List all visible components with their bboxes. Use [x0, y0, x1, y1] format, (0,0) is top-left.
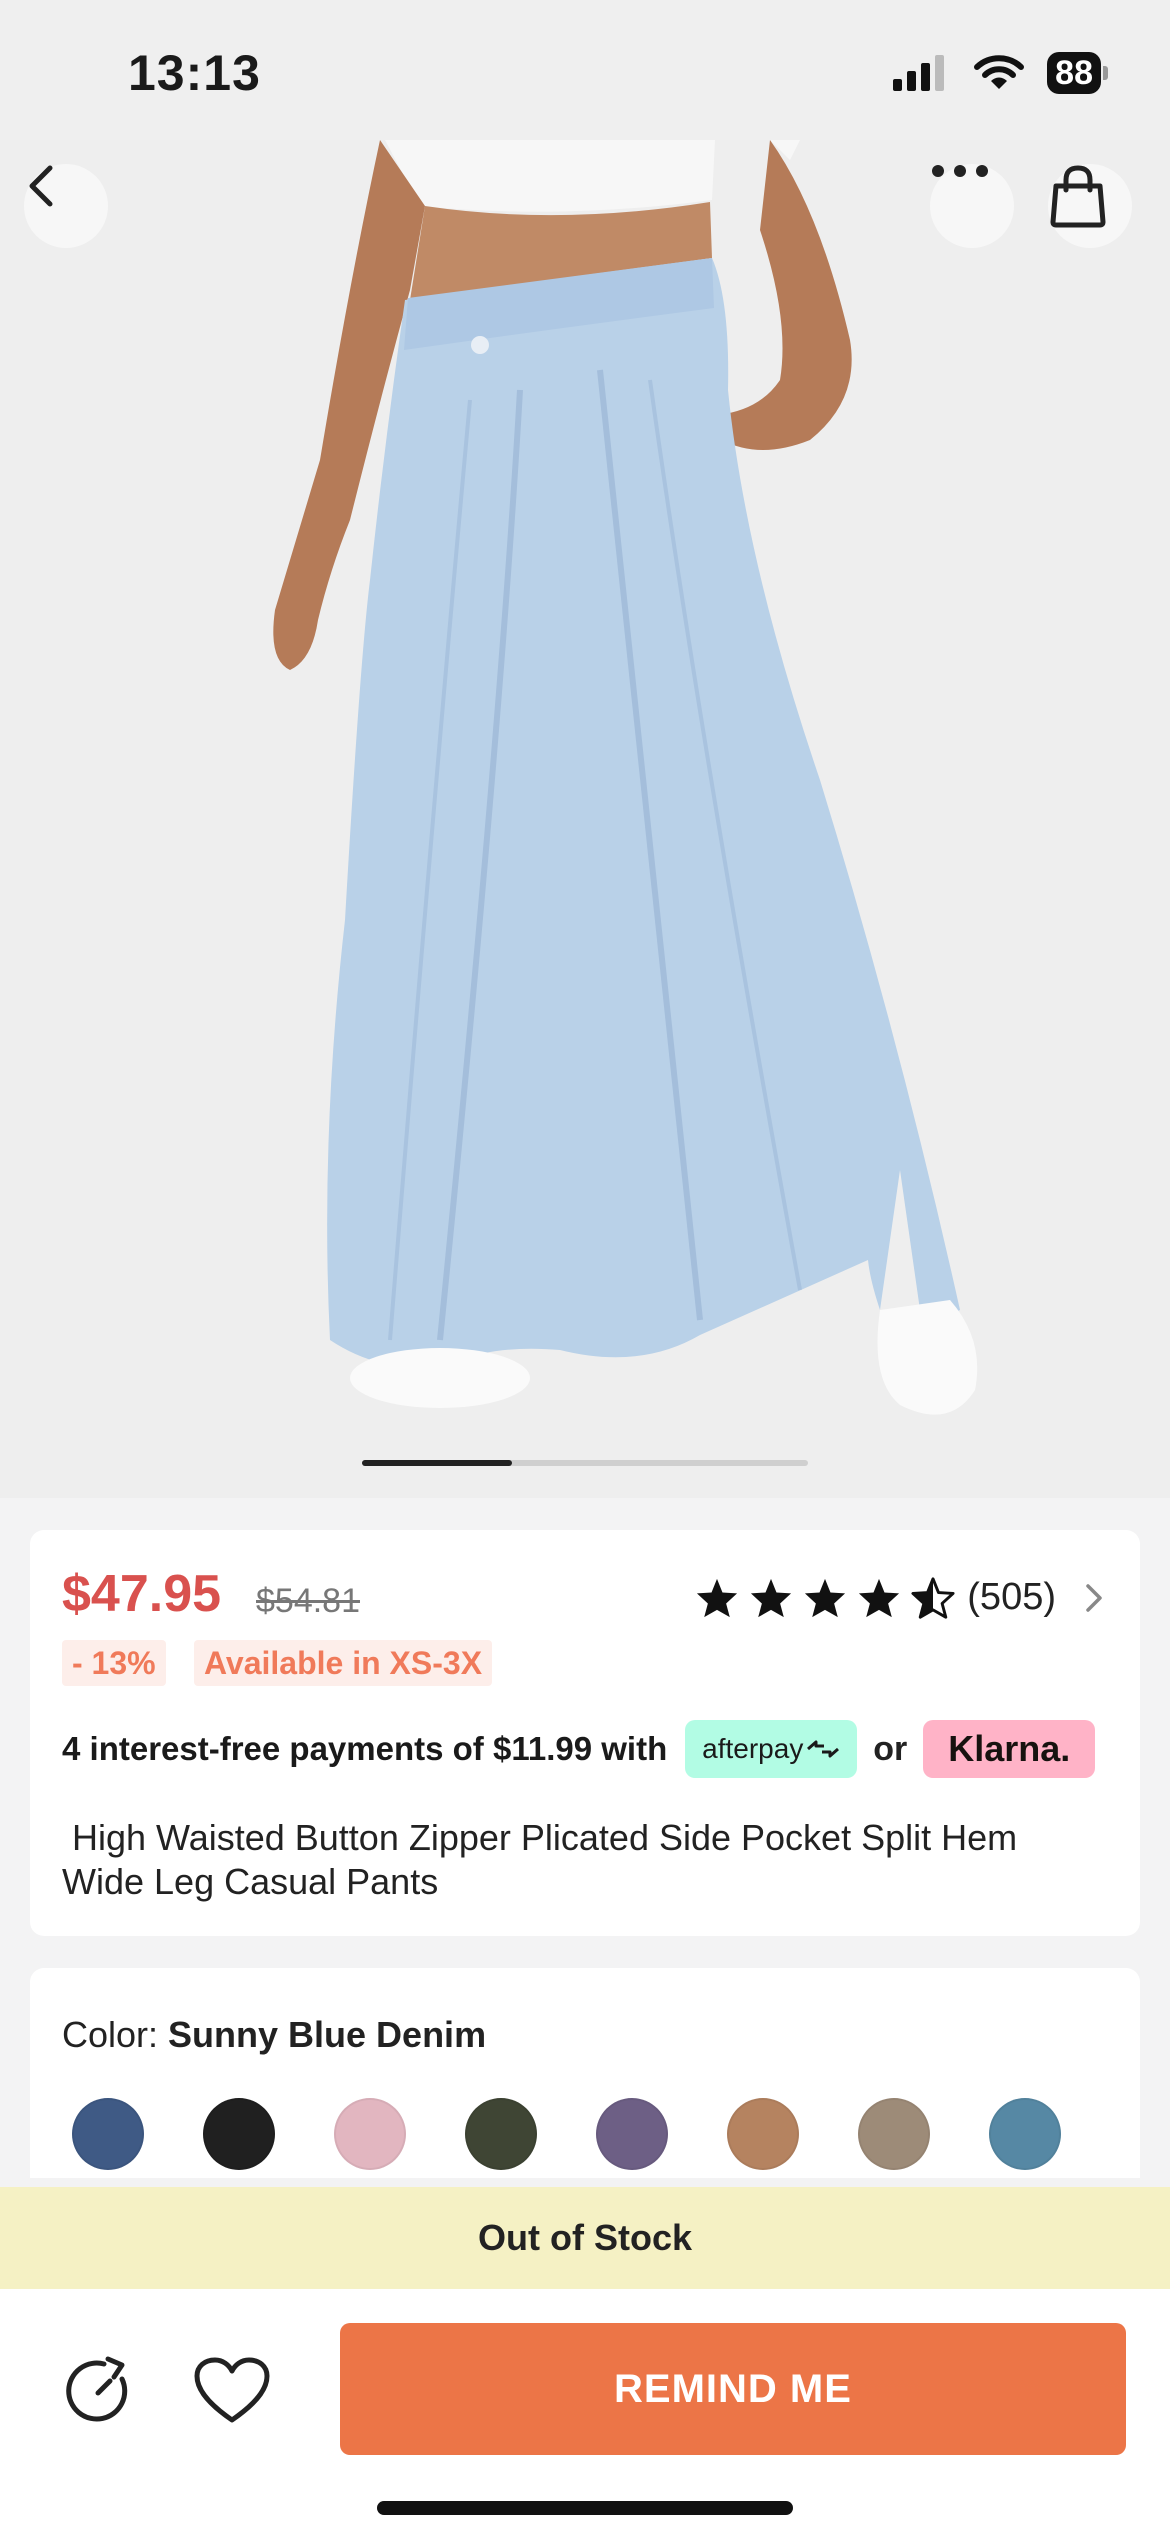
size-availability-badge: Available in XS-3X [194, 1640, 493, 1686]
klarna-logo[interactable]: Klarna. [923, 1720, 1096, 1778]
star-icon [859, 1578, 900, 1617]
gallery-pager [362, 1460, 808, 1466]
star-icon [805, 1578, 846, 1617]
product-info-card: $47.95 $54.81 (505) - 13% Available in X… [30, 1530, 1140, 1936]
afterpay-arrows-icon [807, 1740, 840, 1758]
color-swatch-khaki[interactable] [858, 2098, 930, 2170]
color-swatch-pink[interactable] [334, 2098, 406, 2170]
color-swatch-black[interactable] [203, 2098, 275, 2170]
afterpay-label: afterpay [702, 1733, 804, 1764]
rating-row[interactable]: (505) [695, 1576, 1104, 1619]
cellular-signal-icon [893, 55, 945, 91]
cart-button[interactable] [1048, 164, 1132, 248]
status-bar: 13:13 88 [0, 0, 1170, 140]
color-label: Color: Sunny Blue Denim [62, 2014, 486, 2056]
color-label-prefix: Color: [62, 2014, 169, 2055]
out-of-stock-banner: Out of Stock [0, 2187, 1170, 2289]
rating-stars [695, 1576, 955, 1619]
shopping-bag-icon [1050, 165, 1106, 228]
chevron-left-icon [29, 165, 53, 207]
discount-badge: - 13% [62, 1640, 166, 1686]
star-icon [751, 1578, 792, 1617]
color-swatch-navy-denim[interactable] [72, 2098, 144, 2170]
remind-me-button[interactable]: REMIND ME [340, 2323, 1126, 2455]
home-indicator[interactable] [377, 2501, 793, 2515]
favorite-button[interactable] [190, 2349, 274, 2433]
more-dots-icon [932, 165, 988, 177]
battery-cap [1103, 66, 1108, 80]
battery-indicator: 88 [1047, 52, 1108, 94]
installment-info: 4 interest-free payments of $11.99 with … [62, 1720, 1096, 1778]
wifi-icon [974, 55, 1025, 89]
heart-icon [194, 2357, 270, 2423]
selected-color-name: Sunny Blue Denim [168, 2014, 487, 2055]
sale-price: $47.95 [62, 1565, 222, 1623]
star-half-icon [911, 1576, 955, 1619]
product-image-gallery[interactable] [0, 140, 1170, 1498]
star-icon [697, 1578, 738, 1617]
installment-text: 4 interest-free payments of $11.99 with [62, 1730, 668, 1767]
afterpay-logo[interactable]: afterpay [685, 1720, 858, 1778]
color-swatch-tan[interactable] [727, 2098, 799, 2170]
color-swatches [72, 2098, 1061, 2170]
back-button[interactable] [24, 164, 108, 248]
color-swatch-purple[interactable] [596, 2098, 668, 2170]
history-icon [66, 2356, 128, 2422]
bottom-action-bar: REMIND ME [0, 2289, 1170, 2532]
gallery-pager-active [362, 1460, 512, 1466]
more-button[interactable] [930, 164, 1014, 248]
color-swatch-olive[interactable] [465, 2098, 537, 2170]
review-count: (505) [967, 1576, 1056, 1618]
status-icons: 88 [891, 52, 1108, 94]
status-time: 13:13 [128, 45, 261, 101]
chevron-right-icon [1086, 1583, 1102, 1612]
history-button[interactable] [56, 2349, 140, 2433]
product-photo [0, 140, 1170, 1498]
or-label: or [873, 1729, 908, 1768]
original-price: $54.81 [256, 1582, 360, 1620]
color-selector-card: Color: Sunny Blue Denim [30, 1968, 1140, 2178]
color-swatch-steel-blue[interactable] [989, 2098, 1061, 2170]
battery-level: 88 [1047, 52, 1101, 94]
product-title: High Waisted Button Zipper Plicated Side… [62, 1817, 1028, 1902]
